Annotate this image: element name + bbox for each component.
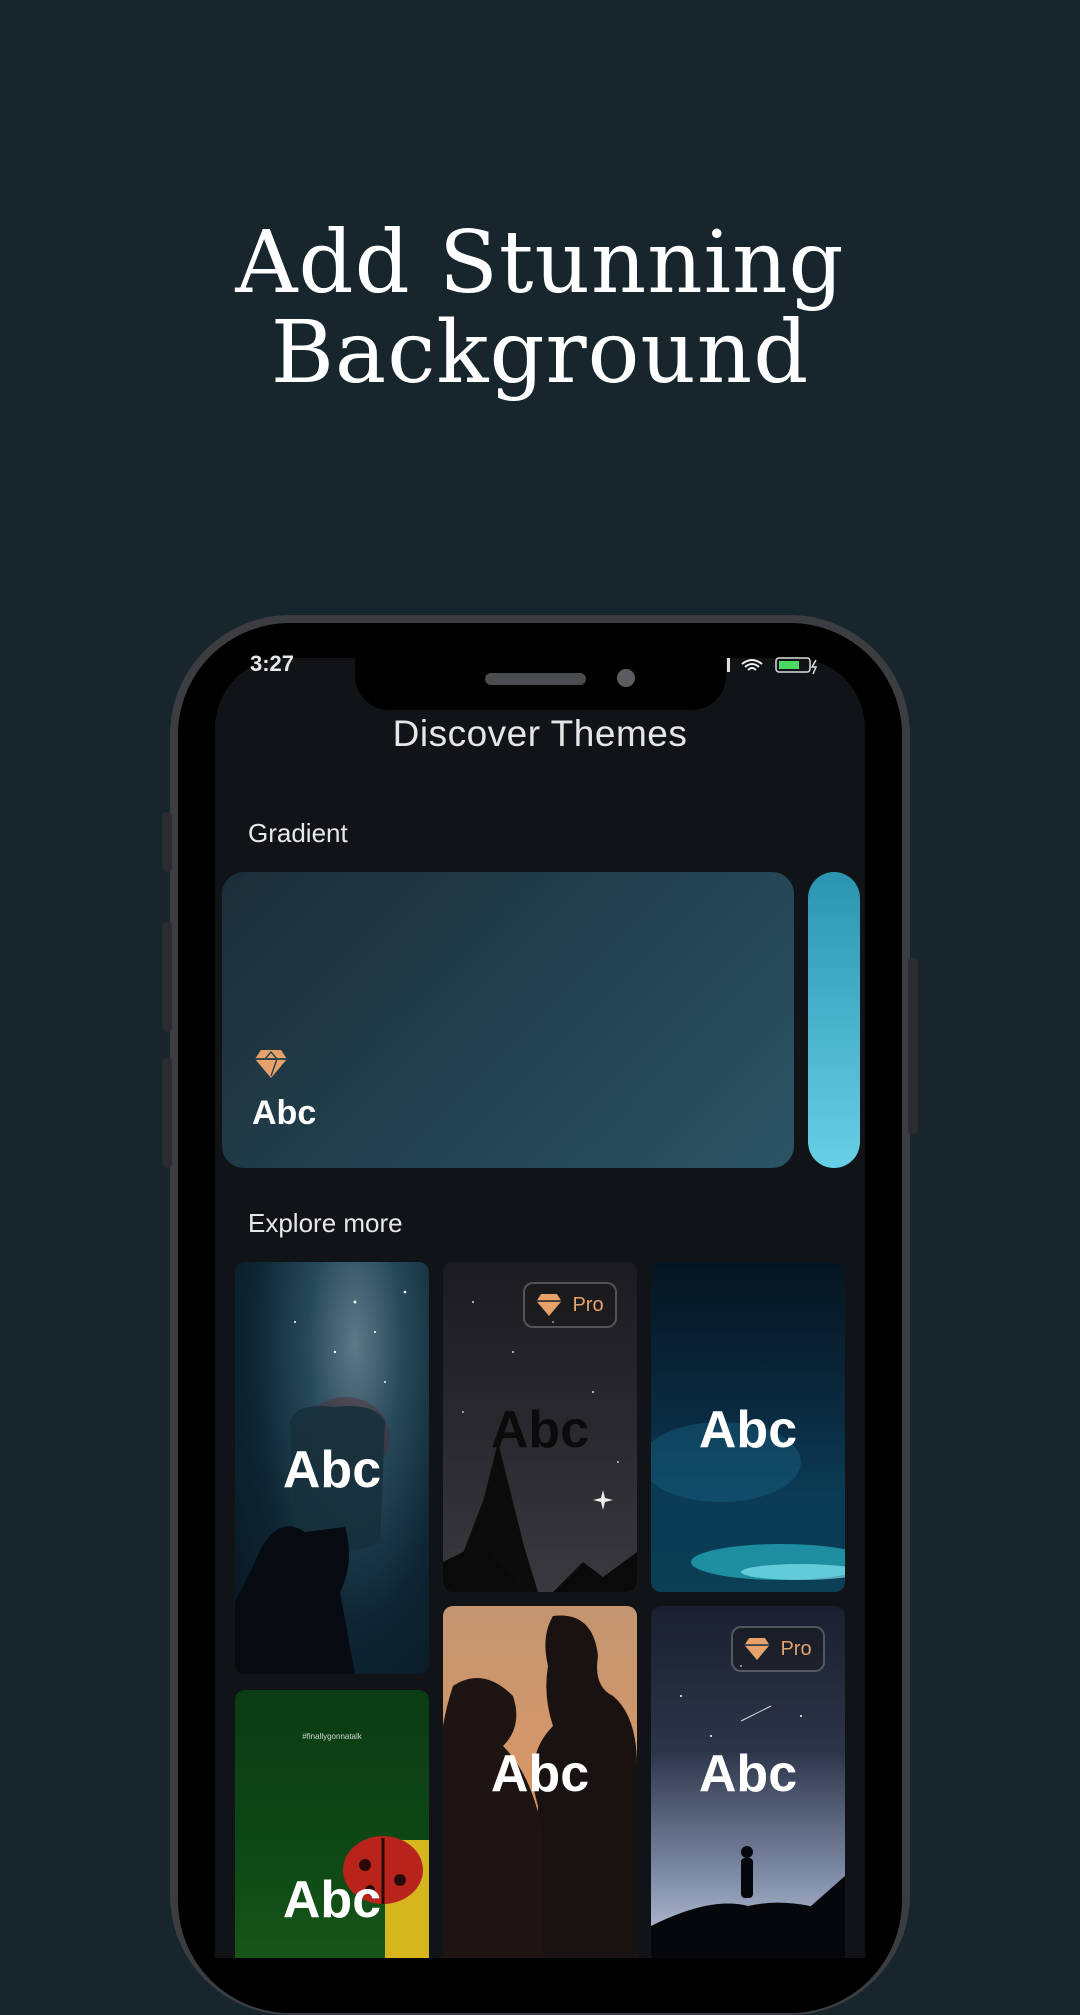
theme-tile-text: Abc (698, 1745, 798, 1803)
theme-tile-text: Abc (282, 1441, 382, 1499)
theme-tile-aurora[interactable]: Abc (651, 1262, 845, 1592)
phone-screen: Discover Themes Gradient Abc Explore mor… (215, 658, 865, 1958)
mute-switch (162, 812, 172, 872)
volume-up-button (162, 922, 172, 1032)
theme-tile-text: Abc (490, 1401, 590, 1459)
theme-tile-ladybug[interactable]: #finallygonnatalk Abc (235, 1690, 429, 1958)
front-camera (617, 669, 635, 687)
gradient-theme-card[interactable]: Abc (222, 872, 794, 1168)
gradient-card-text: Abc (252, 1094, 317, 1132)
charging-icon (810, 659, 818, 675)
gradient-theme-card-next[interactable] (808, 872, 860, 1168)
power-button (908, 958, 918, 1134)
status-time: 3:27 (250, 651, 295, 676)
headline-line-1: Add Stunning (235, 213, 845, 313)
pro-label: Pro (780, 1637, 812, 1660)
pro-badge: Pro (523, 1282, 617, 1328)
theme-tile-couple-sunset[interactable]: Abc (443, 1606, 637, 1958)
pro-badge: Pro (731, 1626, 825, 1672)
diamond-icon (255, 1050, 287, 1078)
diamond-icon (536, 1294, 563, 1316)
speaker-grille (485, 673, 586, 685)
status-icons (727, 657, 818, 675)
screen-title: Discover Themes (392, 713, 688, 754)
headline-line-2: Background (270, 303, 810, 403)
theme-tile-night-hiker[interactable]: Abc Pro (651, 1606, 845, 1958)
signal-icon (727, 658, 730, 672)
headline: Add Stunning Background (0, 218, 1080, 398)
pro-label: Pro (572, 1293, 604, 1316)
theme-tile-starry-forest[interactable]: Abc Pro (443, 1262, 637, 1592)
wifi-icon (741, 659, 763, 671)
battery-icon (775, 657, 811, 673)
theme-tile-galaxy-jar[interactable]: Abc (235, 1262, 429, 1674)
theme-tile-text: Abc (698, 1401, 798, 1459)
gradient-section-label: Gradient (248, 818, 348, 848)
theme-tile-text: Abc (282, 1871, 382, 1929)
diamond-icon (744, 1638, 771, 1660)
explore-section-label: Explore more (248, 1208, 403, 1238)
theme-tile-text: Abc (490, 1745, 590, 1803)
volume-down-button (162, 1058, 172, 1168)
